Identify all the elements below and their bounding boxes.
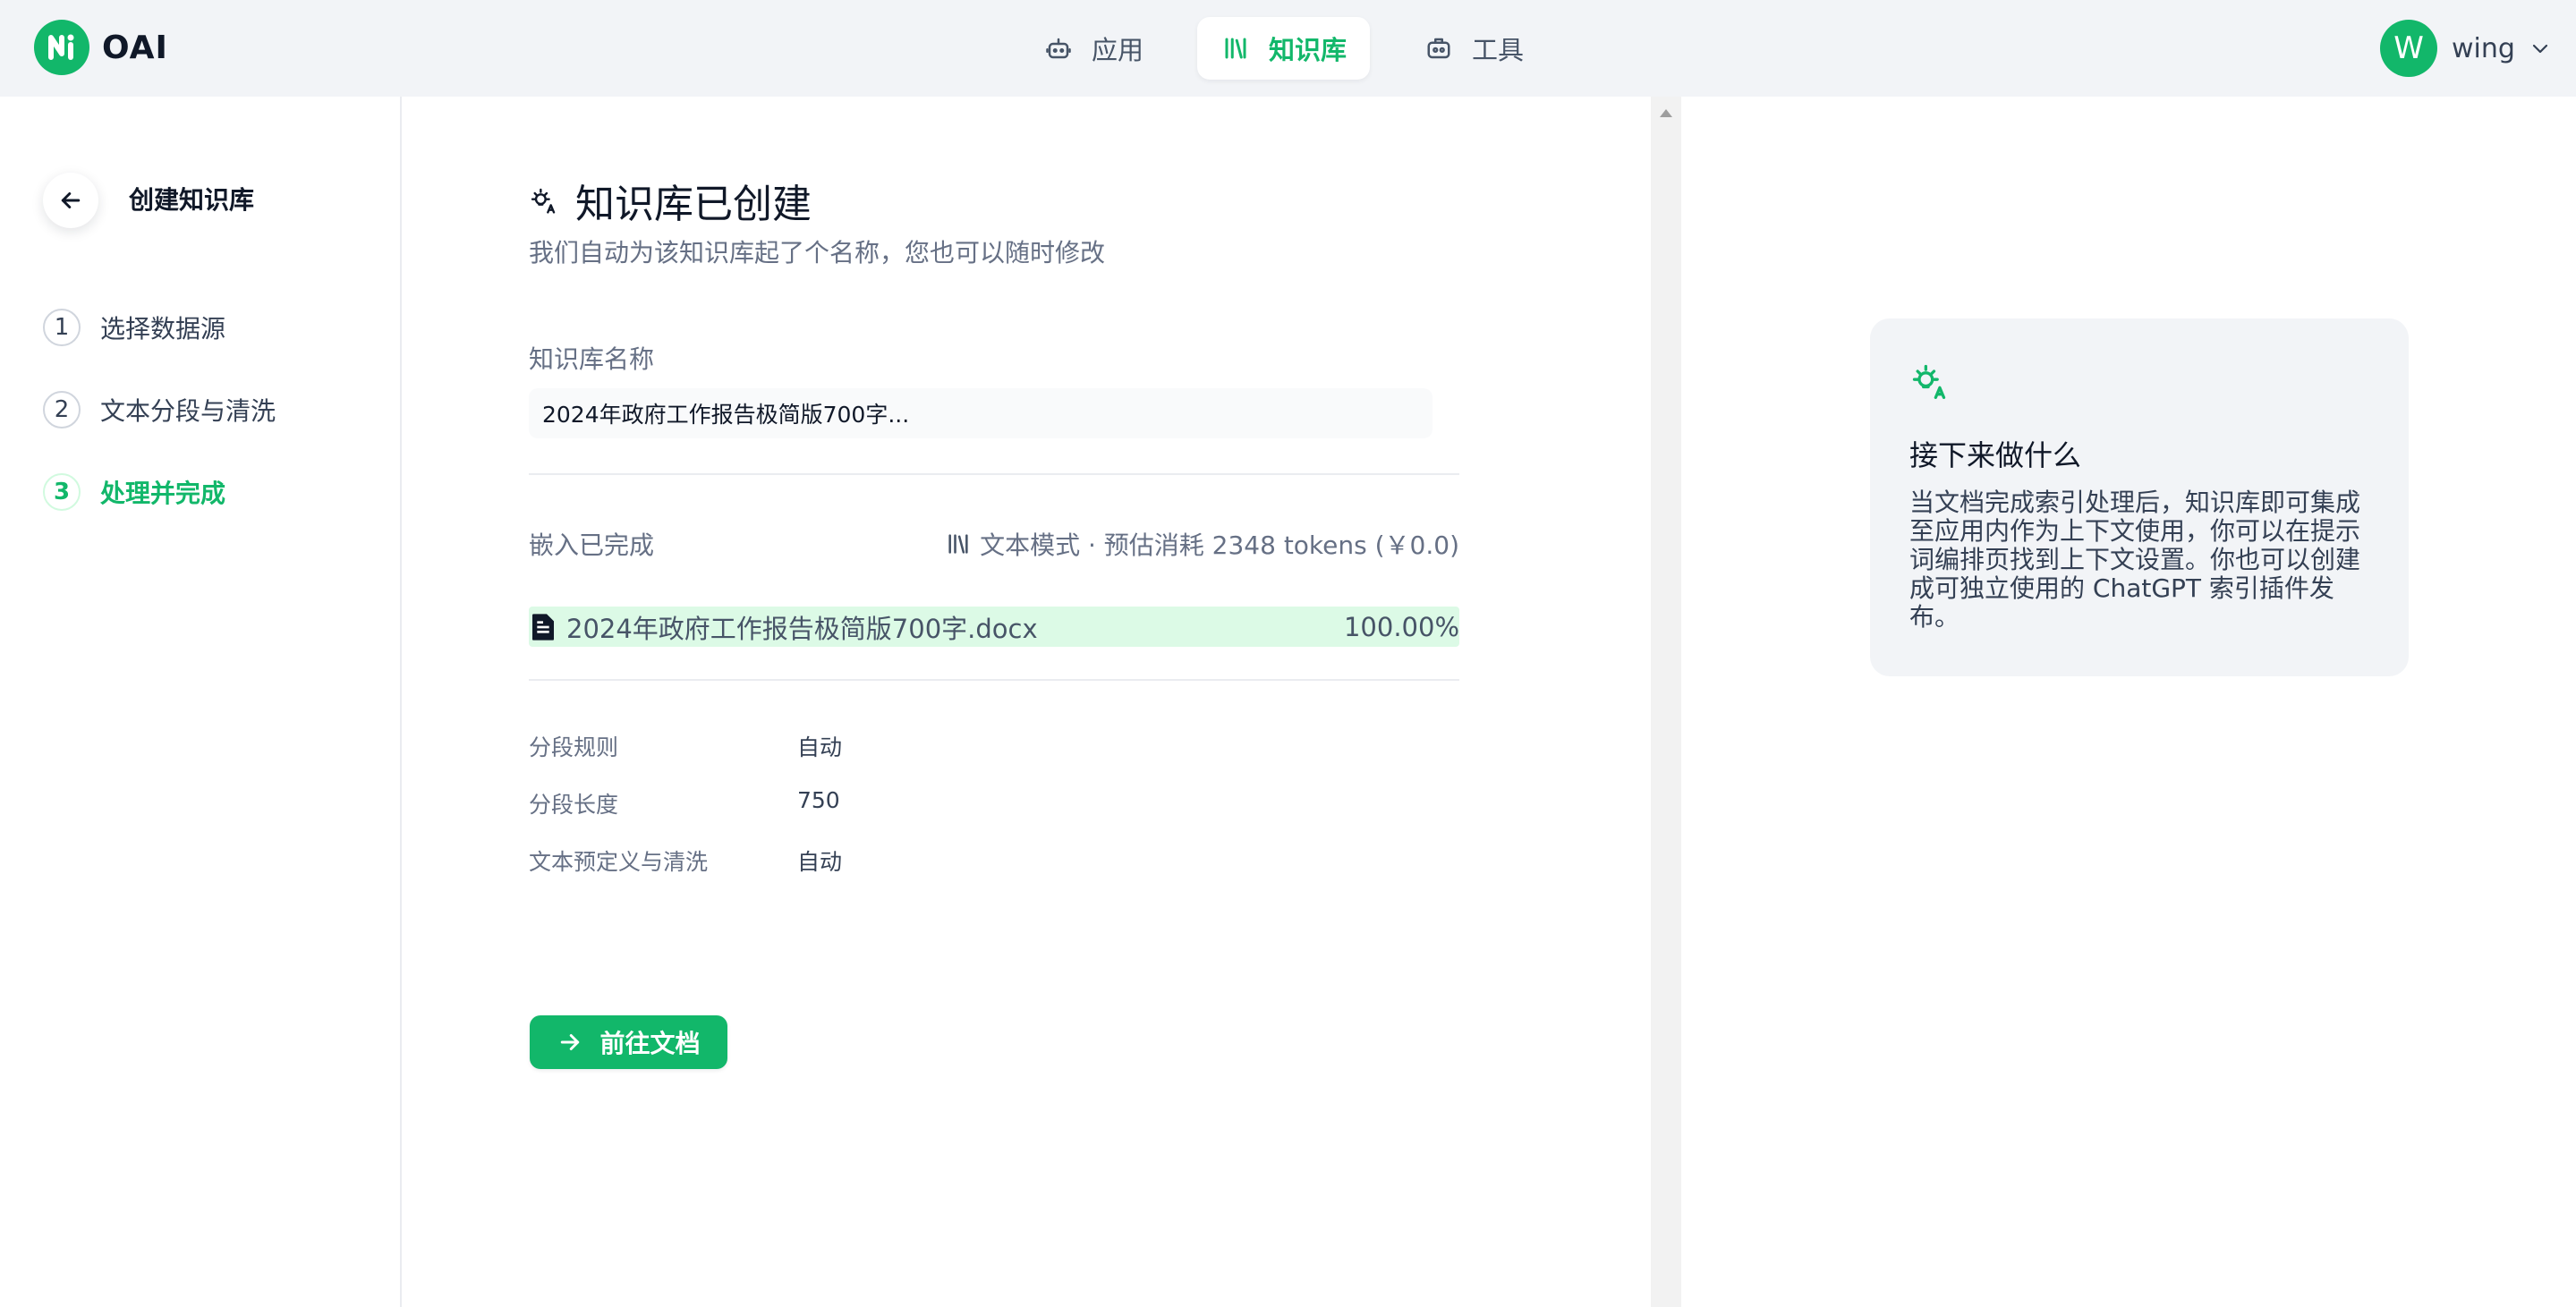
- lightbulb-icon: [1912, 364, 1946, 399]
- nav-item-tools[interactable]: 工具: [1400, 17, 1547, 80]
- nav-label-apps: 应用: [1092, 35, 1144, 65]
- main-nav: 应用 知识库 工具: [1020, 17, 1577, 80]
- step-label: 文本分段与清洗: [100, 396, 276, 426]
- go-to-documents-button[interactable]: 前往文档: [530, 1015, 727, 1069]
- knowledge-name-input[interactable]: [529, 388, 1433, 438]
- embed-status-label: 嵌入已完成: [529, 530, 655, 560]
- user-name: wing: [2452, 32, 2515, 64]
- divider: [529, 679, 1459, 681]
- step-number: 3: [43, 473, 81, 511]
- info-panel: 接下来做什么 当文档完成索引处理后，知识库即可集成至应用内作为上下文使用，你可以…: [1681, 97, 2576, 1307]
- page-subtitle: 我们自动为该知识库起了个名称，您也可以随时修改: [529, 238, 1106, 267]
- file-progress-row: 2024年政府工作报告极简版700字.docx 100.00%: [529, 607, 1459, 647]
- scroll-up-arrow-icon[interactable]: [1660, 109, 1672, 117]
- books-icon: [948, 534, 968, 554]
- logo-text: OAI: [102, 29, 168, 66]
- rule-row: 分段长度 750: [529, 787, 840, 819]
- sidebar-title: 创建知识库: [129, 185, 255, 215]
- go-button-label: 前往文档: [599, 1029, 701, 1058]
- name-field-label: 知识库名称: [529, 344, 655, 374]
- rule-row: 文本预定义与清洗 自动: [529, 844, 842, 877]
- back-button[interactable]: [43, 173, 98, 228]
- file-progress-percent: 100.00%: [1343, 611, 1459, 642]
- user-menu[interactable]: W wing: [2380, 20, 2551, 77]
- next-steps-body: 当文档完成索引处理后，知识库即可集成至应用内作为上下文使用，你可以在提示词编排页…: [1909, 488, 2361, 632]
- document-icon: [532, 613, 554, 641]
- step-label: 选择数据源: [100, 314, 226, 344]
- nav-item-knowledge[interactable]: 知识库: [1197, 17, 1371, 80]
- books-icon: [1220, 33, 1251, 64]
- avatar: W: [2380, 20, 2437, 77]
- step-process-finish: 3 处理并完成: [43, 473, 225, 511]
- step-label: 处理并完成: [100, 479, 226, 508]
- step-number: 2: [43, 391, 81, 429]
- next-steps-title: 接下来做什么: [1909, 438, 2082, 472]
- logo-icon: [48, 34, 74, 60]
- arrow-right-icon: [561, 1034, 580, 1050]
- page-title: 知识库已创建: [575, 182, 812, 227]
- embed-info-text: 文本模式 · 预估消耗 2348 tokens (￥0.0): [980, 530, 1459, 560]
- scrollbar[interactable]: [1651, 97, 1681, 1307]
- rule-key: 文本预定义与清洗: [529, 849, 709, 875]
- top-bar: OAI 应用 知识库 工具 W wing: [0, 0, 2576, 97]
- nav-item-apps[interactable]: 应用: [1020, 17, 1167, 80]
- logo-mark: [34, 20, 89, 75]
- embed-info: 文本模式 · 预估消耗 2348 tokens (￥0.0): [946, 526, 1459, 562]
- toolbox-icon: [1424, 33, 1454, 64]
- next-steps-card: 接下来做什么 当文档完成索引处理后，知识库即可集成至应用内作为上下文使用，你可以…: [1870, 318, 2409, 676]
- sidebar: 创建知识库 1 选择数据源 2 文本分段与清洗 3 处理并完成: [0, 97, 402, 1307]
- rule-value: 自动: [797, 734, 843, 760]
- main-panel: 知识库已创建 我们自动为该知识库起了个名称，您也可以随时修改 知识库名称 嵌入已…: [402, 97, 1651, 1307]
- step-number: 1: [43, 309, 81, 346]
- rule-row: 分段规则 自动: [529, 730, 842, 762]
- nav-label-knowledge: 知识库: [1269, 35, 1348, 65]
- logo[interactable]: OAI: [34, 20, 168, 75]
- nav-label-tools: 工具: [1472, 35, 1525, 65]
- file-name: 2024年政府工作报告极简版700字.docx: [566, 613, 1038, 644]
- lightbulb-icon: [531, 188, 556, 214]
- rule-key: 分段规则: [529, 734, 619, 760]
- step-segment-clean: 2 文本分段与清洗: [43, 391, 276, 429]
- chevron-down-icon: [2532, 44, 2548, 54]
- arrow-left-icon: [61, 192, 81, 208]
- rule-key: 分段长度: [529, 792, 619, 818]
- title-row: 知识库已创建: [529, 172, 812, 229]
- robot-icon: [1043, 33, 1074, 64]
- divider: [529, 473, 1459, 475]
- rule-value: 自动: [797, 849, 843, 875]
- step-select-source: 1 选择数据源: [43, 309, 225, 346]
- rule-value: 750: [797, 787, 840, 813]
